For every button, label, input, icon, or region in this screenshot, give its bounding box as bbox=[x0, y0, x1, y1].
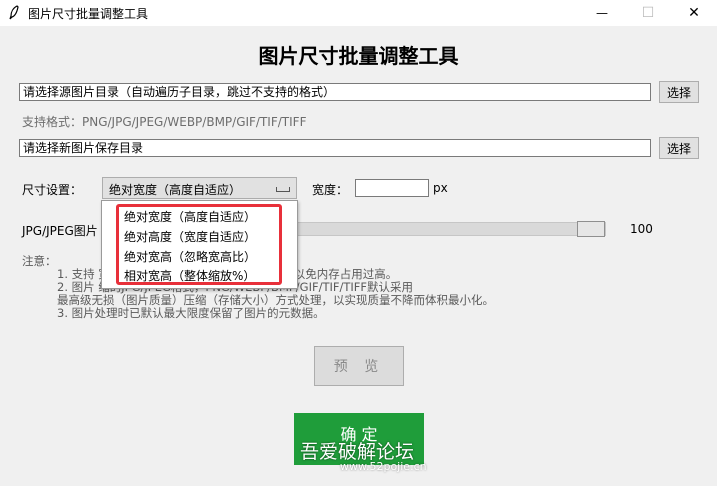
notes-title: 注意： bbox=[22, 254, 57, 268]
unit-label: px bbox=[433, 181, 448, 195]
dropdown-option[interactable]: 绝对宽高（忽略宽高比） bbox=[124, 248, 256, 265]
minimize-icon: — bbox=[596, 6, 608, 20]
source-dir-input[interactable]: 请选择源图片目录（自动遍历子目录，跳过不支持的格式） bbox=[19, 83, 651, 101]
preview-button[interactable]: 预 览 bbox=[314, 346, 404, 386]
quality-slider-thumb[interactable] bbox=[577, 221, 605, 237]
window-title: 图片尺寸批量调整工具 bbox=[28, 7, 149, 21]
note-line: 3. 图片处理时已默认最大限度保留了图片的元数据。 bbox=[57, 306, 325, 320]
supported-formats-text: 支持格式：PNG/JPG/JPEG/WEBP/BMP/GIF/TIF/TIFF bbox=[22, 115, 307, 129]
select-source-button[interactable]: 选择 bbox=[659, 81, 699, 103]
close-icon: ✕ bbox=[688, 5, 700, 21]
dropdown-arrow-icon bbox=[276, 187, 290, 192]
size-mode-select[interactable]: 绝对宽度（高度自适应） bbox=[102, 177, 297, 199]
quality-value: 100 bbox=[630, 222, 653, 236]
select-save-button[interactable]: 选择 bbox=[659, 137, 699, 159]
width-label: 宽度： bbox=[312, 183, 349, 197]
dropdown-option[interactable]: 相对宽高（整体缩放%） bbox=[124, 267, 255, 284]
width-input[interactable] bbox=[355, 179, 429, 197]
close-button[interactable]: ✕ bbox=[671, 0, 717, 26]
page-title: 图片尺寸批量调整工具 bbox=[258, 44, 459, 68]
size-settings-label: 尺寸设置： bbox=[22, 183, 83, 197]
save-dir-input[interactable]: 请选择新图片保存目录 bbox=[19, 139, 651, 157]
dropdown-option[interactable]: 绝对宽度（高度自适应） bbox=[124, 208, 256, 225]
maximize-icon: ☐ bbox=[641, 5, 655, 21]
dropdown-option[interactable]: 绝对高度（宽度自适应） bbox=[124, 228, 256, 245]
watermark-url: www.52pojie.cn bbox=[340, 460, 427, 473]
maximize-button[interactable]: ☐ bbox=[625, 0, 671, 26]
size-mode-selected: 绝对宽度（高度自适应） bbox=[109, 183, 242, 197]
quality-label: JPG/JPEG图片 bbox=[22, 224, 98, 238]
feather-icon bbox=[9, 5, 19, 20]
title-bar: 图片尺寸批量调整工具 — ☐ ✕ bbox=[0, 0, 717, 26]
quality-slider[interactable] bbox=[246, 222, 606, 236]
minimize-button[interactable]: — bbox=[579, 0, 625, 26]
